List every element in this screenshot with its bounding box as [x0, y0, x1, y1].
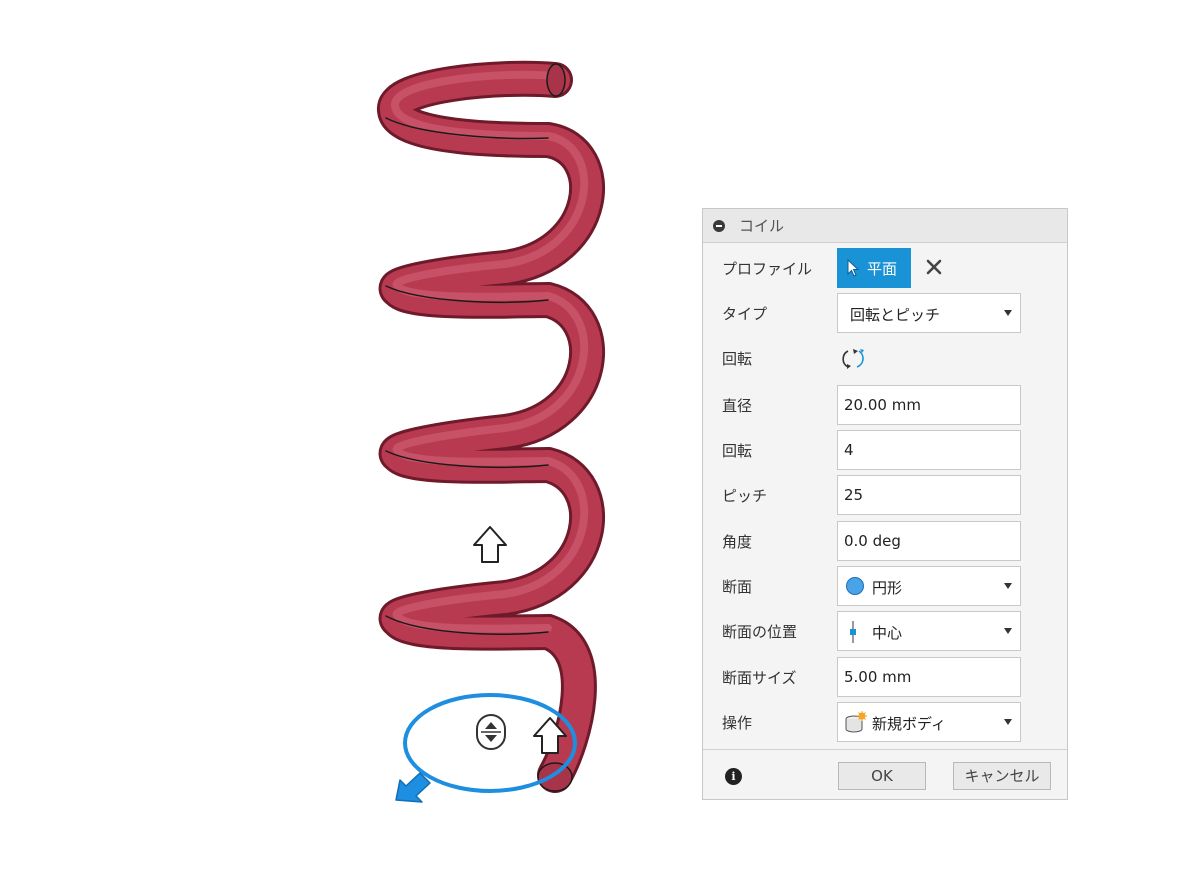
chevron-down-icon — [1004, 310, 1012, 316]
operation-label: 操作 — [722, 714, 753, 732]
type-dropdown[interactable]: 回転とピッチ — [837, 293, 1021, 333]
cursor-arrow-icon — [847, 259, 860, 277]
rotation-direction-label: 回転 — [722, 350, 753, 368]
coil-body[interactable] — [377, 60, 606, 793]
clear-selection-icon[interactable] — [925, 257, 943, 277]
circle-icon — [846, 577, 864, 595]
profile-button-label: 平面 — [867, 260, 898, 278]
section-size-label: 断面サイズ — [722, 669, 797, 687]
dialog-title: コイル — [739, 217, 785, 235]
section-row: 断面 円形 — [703, 566, 1067, 606]
pitch-value: 25 — [844, 486, 864, 504]
type-row: タイプ 回転とピッチ — [703, 293, 1067, 333]
chevron-down-icon — [1004, 628, 1012, 634]
coil-top-end — [546, 63, 566, 97]
angle-label: 角度 — [722, 533, 753, 551]
rotation-direction-row: 回転 — [703, 338, 1067, 378]
pitch-label: ピッチ — [722, 487, 768, 505]
angle-input[interactable]: 0.0 deg — [837, 521, 1021, 561]
3d-viewport[interactable] — [0, 0, 700, 871]
section-position-row: 断面の位置 中心 — [703, 611, 1067, 651]
angle-row: 角度 0.0 deg — [703, 521, 1067, 561]
ok-button[interactable]: OK — [838, 762, 926, 790]
coil-dialog: コイル プロファイル 平面 タイプ 回転とピッチ 回転 直径 20.00 mm … — [702, 208, 1068, 800]
operation-dropdown[interactable]: 新規ボディ — [837, 702, 1021, 742]
operation-value: 新規ボディ — [872, 715, 946, 733]
profile-row: プロファイル 平面 — [703, 248, 1067, 288]
cancel-button[interactable]: キャンセル — [953, 762, 1051, 790]
diameter-value: 20.00 mm — [844, 396, 921, 414]
rotate-direction-icon[interactable] — [841, 346, 867, 372]
revolutions-input[interactable]: 4 — [837, 430, 1021, 470]
dialog-titlebar[interactable]: コイル — [703, 209, 1067, 243]
direction-arrow-icon[interactable] — [395, 772, 431, 803]
chevron-down-icon — [1004, 719, 1012, 725]
revolutions-row: 回転 4 — [703, 430, 1067, 470]
diameter-row: 直径 20.00 mm — [703, 385, 1067, 425]
section-size-value: 5.00 mm — [844, 668, 912, 686]
center-position-icon — [850, 621, 856, 643]
coil-model[interactable] — [0, 0, 700, 871]
section-label: 断面 — [722, 578, 753, 596]
section-size-row: 断面サイズ 5.00 mm — [703, 657, 1067, 697]
angle-value: 0.0 deg — [844, 532, 901, 550]
operation-row: 操作 新規ボディ — [703, 702, 1067, 742]
section-position-dropdown[interactable]: 中心 — [837, 611, 1021, 651]
profile-label: プロファイル — [722, 260, 813, 278]
revolutions-label: 回転 — [722, 442, 753, 460]
type-value: 回転とピッチ — [850, 306, 941, 324]
diameter-input[interactable]: 20.00 mm — [837, 385, 1021, 425]
revolutions-value: 4 — [844, 441, 854, 459]
new-body-icon — [845, 711, 867, 733]
info-icon[interactable]: i — [725, 768, 742, 785]
section-position-value: 中心 — [872, 624, 903, 642]
profile-select-button[interactable]: 平面 — [837, 248, 911, 288]
pitch-row: ピッチ 25 — [703, 475, 1067, 515]
pitch-input[interactable]: 25 — [837, 475, 1021, 515]
collapse-icon[interactable] — [713, 219, 725, 232]
spinner-manipulator-icon[interactable] — [476, 714, 506, 750]
chevron-down-icon — [1004, 583, 1012, 589]
coil-bottom-end — [537, 762, 573, 792]
section-size-input[interactable]: 5.00 mm — [837, 657, 1021, 697]
section-position-label: 断面の位置 — [722, 623, 798, 641]
type-label: タイプ — [722, 305, 768, 323]
dialog-footer: i OK キャンセル — [703, 749, 1067, 802]
section-dropdown[interactable]: 円形 — [837, 566, 1021, 606]
section-value: 円形 — [872, 579, 903, 597]
pitch-arrow-icon[interactable] — [473, 526, 507, 563]
diameter-label: 直径 — [722, 397, 753, 415]
